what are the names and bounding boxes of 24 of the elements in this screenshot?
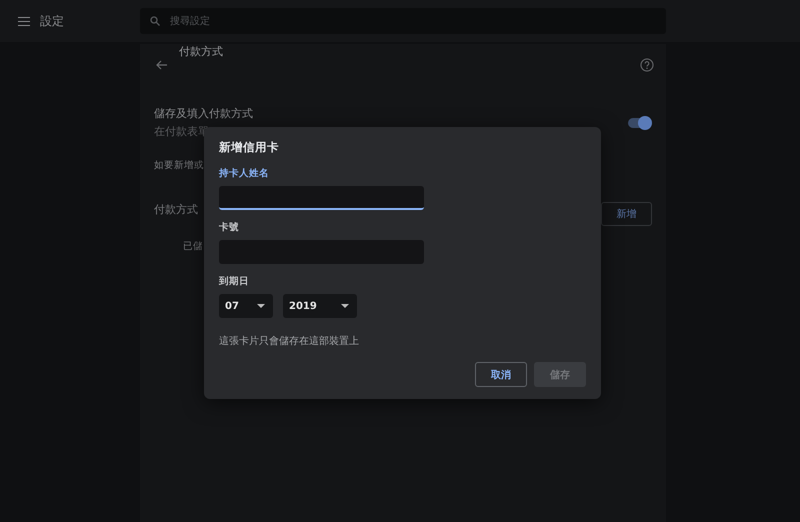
field-label: 卡號 [219,221,239,234]
search-icon [150,16,160,26]
field-label: 到期日 [219,275,249,288]
dropdown-caret-icon [257,304,265,308]
setting-label: 儲存及填入付款方式 [154,106,253,121]
saved-label: 已儲 [183,240,203,253]
back-arrow-icon[interactable] [156,60,167,70]
dropdown-caret-icon [341,304,349,308]
help-icon[interactable] [640,58,654,72]
menu-icon[interactable] [18,16,30,26]
section-label: 付款方式 [154,202,198,217]
cancel-button[interactable]: 取消 [475,362,527,387]
toggle-switch[interactable] [628,118,650,128]
month-select[interactable]: 07 [219,294,273,318]
app-title: 設定 [40,12,64,30]
search-field[interactable]: 搜尋設定 [140,8,666,34]
page-title: 付款方式 [179,44,223,59]
dialog-title: 新增信用卡 [219,140,279,155]
year-select[interactable]: 2019 [283,294,357,318]
field-label: 持卡人姓名 [219,167,269,180]
search-input[interactable]: 搜尋設定 [168,14,368,28]
note-text: 這張卡片只會儲存在這部裝置上 [219,334,359,348]
input-field[interactable] [219,186,424,210]
hint-text: 如要新增或 [154,159,204,172]
